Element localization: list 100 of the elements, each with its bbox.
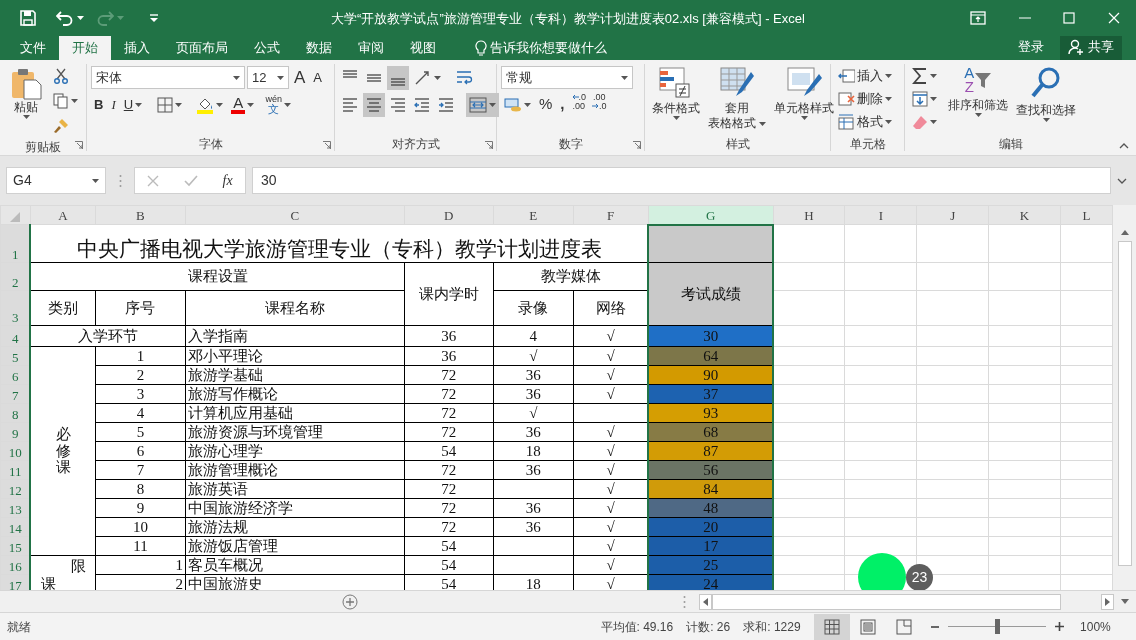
insert-function-button[interactable]: fx: [219, 168, 236, 193]
column-header[interactable]: B: [95, 205, 186, 225]
merge-cells-icon: [468, 96, 487, 113]
column-header[interactable]: F: [573, 205, 649, 225]
column-header[interactable]: K: [988, 205, 1061, 225]
menu-tab[interactable]: 公式: [240, 36, 293, 60]
row-header[interactable]: 4: [0, 325, 31, 347]
menu-tab[interactable]: 插入: [110, 36, 163, 60]
format-cells-button[interactable]: 格式: [835, 110, 900, 133]
delete-cells-button[interactable]: 删除: [835, 87, 900, 110]
table-cell: 72: [404, 460, 494, 480]
table-cell: √: [573, 460, 649, 480]
phonetic-button[interactable]: wén 文: [262, 92, 294, 117]
group-label: 编辑: [999, 136, 1023, 151]
increase-decimal-button[interactable]: .0 .00: [569, 92, 589, 117]
caret-icon: [277, 75, 284, 80]
dialog-launcher-icon: [633, 141, 641, 149]
cell-style-button[interactable]: 单元格样式: [771, 64, 838, 135]
percent-button[interactable]: %: [536, 92, 556, 117]
column-header[interactable]: E: [493, 205, 574, 225]
collapse-icon: [1119, 143, 1129, 149]
caret-icon: [1042, 118, 1050, 123]
button-label: 条件格式: [652, 101, 700, 117]
caret-icon: [759, 121, 767, 126]
bold-button[interactable]: B: [91, 92, 107, 117]
table-cell: 36: [493, 498, 574, 518]
column-header[interactable]: J: [916, 205, 989, 225]
caret-icon: [283, 102, 291, 107]
zoom-thumb[interactable]: [995, 619, 1001, 634]
shrink-font-button[interactable]: A: [310, 65, 325, 90]
menu-tab[interactable]: 数据: [292, 36, 345, 60]
normal-view-button[interactable]: [813, 613, 850, 640]
arrow-up-icon: [1120, 229, 1129, 235]
table-cell: √: [573, 479, 649, 499]
formula-input[interactable]: 30: [252, 167, 1111, 194]
column-header[interactable]: L: [1060, 205, 1113, 225]
column-header[interactable]: C: [185, 205, 405, 225]
font-size-select[interactable]: 12: [247, 66, 289, 89]
table-cell: 54: [404, 555, 494, 575]
menu-tab[interactable]: 开始: [58, 36, 111, 60]
table-cell: 3: [95, 384, 186, 404]
sort-filter-button[interactable]: A Z 排序和筛选: [945, 64, 1012, 135]
column-header[interactable]: D: [404, 205, 494, 225]
sign-in-link[interactable]: 登录: [1004, 34, 1057, 60]
row-header[interactable]: 1: [0, 224, 31, 263]
scroll-left-button[interactable]: [699, 593, 713, 610]
align-center-button[interactable]: [363, 92, 385, 117]
font-name-select[interactable]: 宋体: [91, 66, 245, 89]
row-header[interactable]: 2: [0, 262, 31, 291]
caret-icon: [92, 178, 99, 183]
underline-button[interactable]: U: [120, 92, 146, 117]
column-header[interactable]: I: [844, 205, 917, 225]
scrollbar-thumb[interactable]: [1117, 241, 1132, 566]
scroll-right-button[interactable]: [1101, 593, 1114, 610]
grow-font-button[interactable]: A: [291, 65, 309, 90]
caret-icon: [885, 96, 892, 101]
table-cell: √: [573, 384, 649, 404]
sigma-icon: [912, 67, 928, 84]
italic-button[interactable]: I: [108, 92, 119, 117]
redo-icon: [95, 10, 114, 26]
category-text: 必修课: [55, 426, 71, 476]
conditional-style-button[interactable]: 条件格式: [649, 64, 703, 135]
table-cell: 72: [404, 422, 494, 442]
column-header[interactable]: H: [773, 205, 845, 225]
status-average: 平均值: 49.16: [600, 618, 674, 636]
table-cell: 36: [493, 365, 574, 385]
sort-letter: Z: [964, 80, 975, 95]
row-header[interactable]: 3: [0, 290, 31, 326]
orientation-icon: [414, 69, 432, 86]
table-cell: 5: [95, 422, 186, 442]
name-box[interactable]: G4: [6, 167, 106, 194]
button-label: 查找和选择: [1016, 103, 1077, 119]
number-format-select[interactable]: 常规: [501, 66, 633, 89]
share-button[interactable]: 共享: [1060, 34, 1122, 60]
group-label: 数字: [558, 136, 583, 151]
menu-tab[interactable]: 审阅: [344, 36, 397, 60]
decrease-decimal-button[interactable]: .00 .0: [590, 92, 609, 117]
column-header[interactable]: A: [30, 205, 96, 225]
group-label: 对齐方式: [391, 136, 440, 151]
menu-tab[interactable]: 文件: [6, 36, 59, 60]
plus-icon: [1055, 622, 1065, 631]
font-color-button[interactable]: A: [228, 92, 258, 117]
merge-center-button[interactable]: [465, 92, 499, 117]
menu-tab[interactable]: 视图: [396, 36, 449, 60]
align-bottom-button[interactable]: [387, 65, 409, 90]
header-cell: 序号: [95, 290, 186, 326]
tell-me-field[interactable]: 告诉我你想要做什么: [461, 36, 620, 60]
scrollbar-thumb[interactable]: [712, 593, 1062, 610]
table-cell: 旅游写作概论: [185, 384, 405, 404]
menu-tab[interactable]: 页面布局: [162, 36, 241, 60]
caret-icon: [800, 116, 808, 121]
insert-cells-button[interactable]: 插入: [835, 64, 900, 87]
table-cell: 邓小平理论: [185, 346, 405, 366]
paste-button[interactable]: 粘贴: [4, 64, 48, 138]
find-select-button[interactable]: 查找和选择: [1013, 64, 1080, 135]
column-header[interactable]: G: [648, 205, 774, 225]
table-style-button[interactable]: 套用 表格格式: [705, 64, 770, 135]
phonetic-text: wén: [265, 94, 282, 104]
category-text: 限: [70, 559, 86, 574]
comma-button[interactable]: ,: [557, 92, 568, 117]
